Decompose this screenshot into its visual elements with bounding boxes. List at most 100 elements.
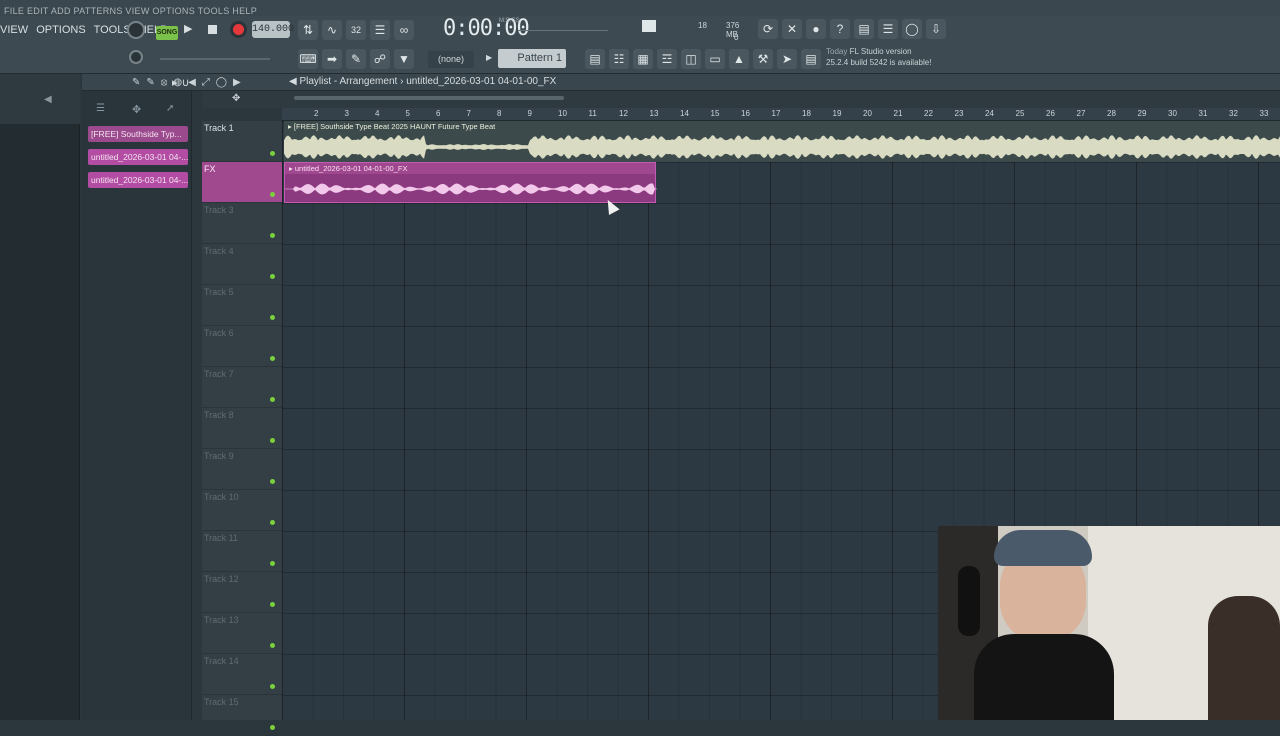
undo-history-icon[interactable]: ⟳ <box>758 19 778 39</box>
track-header[interactable]: Track 4 <box>202 244 282 285</box>
picker-item-fx-1[interactable]: untitled_2026-03-01 04-... <box>88 149 188 165</box>
ruler-tick-label: 23 <box>954 109 964 118</box>
webcam-overlay <box>938 526 1280 720</box>
picker-item-label: untitled_2026-03-01 04-... <box>91 152 188 162</box>
track-mute-led-icon[interactable] <box>270 356 275 361</box>
track-name: Track 6 <box>204 328 234 338</box>
track-mute-led-icon[interactable] <box>270 397 275 402</box>
stamp-icon[interactable]: ▼ <box>394 49 414 69</box>
menu-tools[interactable]: TOOLS <box>94 24 131 36</box>
track-mute-led-icon[interactable] <box>270 151 275 156</box>
track-mute-led-icon[interactable] <box>270 274 275 279</box>
track-header[interactable]: Track 15 <box>202 695 282 736</box>
track-header[interactable]: Track 7 <box>202 367 282 408</box>
wait-record-icon[interactable]: ∿ <box>322 20 342 40</box>
track-mute-led-icon[interactable] <box>270 192 275 197</box>
piano-icon[interactable]: ▦ <box>633 49 653 69</box>
second-person <box>1208 596 1280 720</box>
ruler-tick-label: 21 <box>893 109 903 118</box>
pattern-arrow-icon[interactable]: ▶ <box>486 53 492 62</box>
link-icon[interactable]: ☍ <box>370 49 390 69</box>
snap-selector[interactable]: (none) <box>428 51 474 68</box>
news-panel[interactable]: Today FL Studio version 25.2.4 build 524… <box>826 46 942 72</box>
countdown-icon[interactable]: 32 <box>346 20 366 40</box>
piano-roll-icon[interactable]: ⌨ <box>298 49 318 69</box>
track-mute-led-icon[interactable] <box>270 233 275 238</box>
help-icon[interactable]: ? <box>830 19 850 39</box>
playlist-icon[interactable]: ▤ <box>585 49 605 69</box>
tools-icon[interactable]: ⚒ <box>753 49 773 69</box>
master-pitch-knob[interactable] <box>129 50 143 64</box>
chat-icon[interactable]: ◯ <box>902 19 922 39</box>
output-icon[interactable]: ➤ <box>777 49 797 69</box>
track-header[interactable]: Track 14 <box>202 654 282 695</box>
master-pitch-slider[interactable] <box>160 58 270 60</box>
stop-icon[interactable] <box>208 25 217 34</box>
ruler-tick-label: 20 <box>863 109 872 118</box>
track-header[interactable]: FX <box>202 162 282 203</box>
microphone-icon[interactable]: ● <box>806 19 826 39</box>
scroll-thumb[interactable] <box>294 96 564 100</box>
tool-icons[interactable]: ✎✎⦻◍◀⤢◯▶ <box>132 77 247 88</box>
menu-options[interactable]: OPTIONS <box>36 24 86 36</box>
ruler-tick-label: 25 <box>1015 109 1025 118</box>
download-icon[interactable]: ⇩ <box>926 19 946 39</box>
picker-move-icon[interactable]: ✥ <box>132 103 141 116</box>
browser-panel[interactable] <box>0 74 80 720</box>
track-mute-led-icon[interactable] <box>270 643 275 648</box>
track-header[interactable]: Track 6 <box>202 326 282 367</box>
menu-view[interactable]: VIEW <box>0 24 28 36</box>
audio-clip-beat[interactable]: ▸ [FREE] Southside Type Beat 2025 HAUNT … <box>284 121 1280 162</box>
track-header[interactable]: Track 9 <box>202 449 282 490</box>
ruler-tick-label: 16 <box>741 109 750 118</box>
track-mute-led-icon[interactable] <box>270 725 275 730</box>
timeline-ruler[interactable]: 2 3 4 5 6 7 8 9 10 11 12 13 14 15 16 17 18 19 20 21 22 23 24 25… <box>282 108 1280 121</box>
track-header[interactable]: Track 12 <box>202 572 282 613</box>
channel-rack-icon[interactable]: ☷ <box>609 49 629 69</box>
ruler-tick-label: 29 <box>1137 109 1147 118</box>
cut-icon[interactable]: ✕ <box>782 19 802 39</box>
step-edit-icon[interactable]: ☰ <box>370 20 390 40</box>
arrow-icon[interactable]: ➡ <box>322 49 342 69</box>
track-header[interactable]: Track 5 <box>202 285 282 326</box>
plugin-icon[interactable]: ▲ <box>729 49 749 69</box>
picker-item-fx-2[interactable]: untitled_2026-03-01 04-... <box>88 172 188 188</box>
pencil-icon[interactable]: ✎ <box>346 49 366 69</box>
tempo-display[interactable]: 140.000 <box>252 21 294 38</box>
picker-tools-icon[interactable]: ☰ <box>96 103 105 114</box>
mixer-icon[interactable]: ☰ <box>878 19 898 39</box>
track-header[interactable]: Track 11 <box>202 531 282 572</box>
metronome-icon[interactable]: ⇅ <box>298 20 318 40</box>
track-mute-led-icon[interactable] <box>270 684 275 689</box>
browser-back-icon[interactable]: ◀ <box>44 94 52 105</box>
cart-icon[interactable]: ▤ <box>801 49 821 69</box>
track-mute-led-icon[interactable] <box>270 561 275 566</box>
file-icon[interactable]: ▭ <box>705 49 725 69</box>
picker-item-beat[interactable]: [FREE] Southside Typ... <box>88 126 188 142</box>
beat-waveform <box>284 135 1280 159</box>
zoom-icon[interactable]: ✥ <box>232 93 240 104</box>
track-header[interactable]: Track 3 <box>202 203 282 244</box>
save-icon[interactable]: ▤ <box>854 19 874 39</box>
song-mode-button[interactable]: SONG <box>156 26 178 40</box>
browser-icon[interactable]: ◫ <box>681 49 701 69</box>
track-header[interactable]: Track 1 <box>202 121 282 162</box>
master-volume-knob[interactable] <box>127 21 145 39</box>
track-header[interactable]: Track 10 <box>202 490 282 531</box>
track-mute-led-icon[interactable] <box>270 479 275 484</box>
play-icon[interactable]: ▶ <box>184 22 198 36</box>
track-mute-led-icon[interactable] <box>270 315 275 320</box>
audio-clip-fx[interactable]: ▸ untitled_2026-03-01 04-01-00_FX <box>284 162 657 203</box>
track-mute-led-icon[interactable] <box>270 520 275 525</box>
track-mute-led-icon[interactable] <box>270 438 275 443</box>
track-header[interactable]: Track 13 <box>202 613 282 654</box>
loop-record-icon[interactable]: ∞ <box>394 20 414 40</box>
mixer-view-icon[interactable]: ☲ <box>657 49 677 69</box>
record-button[interactable] <box>230 21 247 38</box>
track-mute-led-icon[interactable] <box>270 602 275 607</box>
track-header[interactable]: Track 8 <box>202 408 282 449</box>
picker-line-icon[interactable]: ➚ <box>166 103 174 114</box>
timeline-overview[interactable]: ✥ <box>202 91 1280 108</box>
pattern-selector[interactable]: Pattern 1 <box>498 49 566 68</box>
ruler-tick-label: 12 <box>619 109 628 118</box>
